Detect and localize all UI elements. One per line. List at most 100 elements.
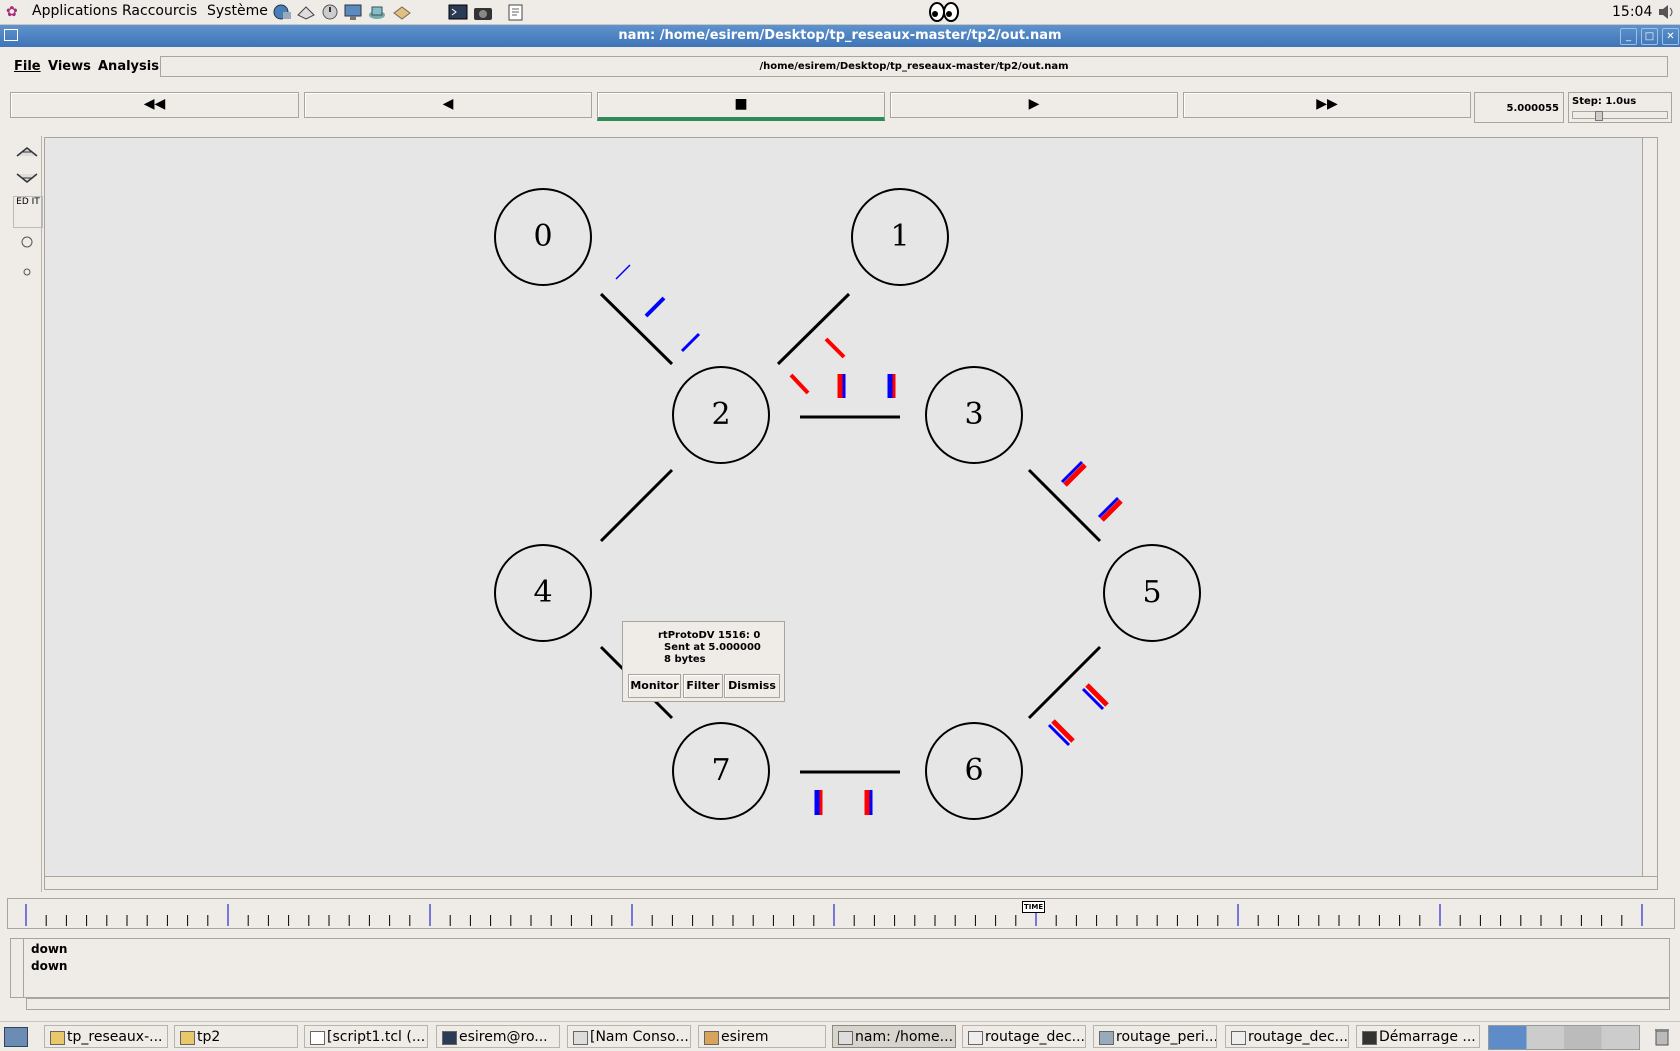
filter-button[interactable]: Filter bbox=[683, 674, 723, 698]
step-slider[interactable] bbox=[1572, 111, 1668, 121]
task-routage-dec-2[interactable]: routage_dec... bbox=[1225, 1025, 1349, 1048]
rewind-button[interactable]: ◀◀ bbox=[10, 92, 299, 118]
top-panel: ✿ Applications Raccourcis Système 15:04 bbox=[0, 0, 1680, 25]
event-log: down down bbox=[10, 938, 1670, 998]
trash-icon[interactable] bbox=[1652, 1026, 1672, 1050]
step-slider-thumb[interactable] bbox=[1595, 111, 1603, 121]
volume-icon[interactable] bbox=[1656, 2, 1676, 26]
timeline-thumb[interactable]: TIME bbox=[1022, 901, 1046, 913]
hat-icon[interactable] bbox=[367, 3, 387, 21]
circle-icon[interactable] bbox=[13, 232, 41, 256]
task-label: routage_dec... bbox=[1248, 1029, 1349, 1045]
task-label: tp2 bbox=[197, 1029, 221, 1045]
node-1[interactable]: 1 bbox=[851, 188, 949, 286]
task-label: routage_dec... bbox=[985, 1029, 1086, 1045]
image-icon bbox=[1099, 1031, 1114, 1045]
step-back-button[interactable]: ◀ bbox=[304, 92, 592, 118]
timeline-slider[interactable]: TIME bbox=[7, 898, 1675, 929]
canvas-horizontal-scrollbar[interactable] bbox=[44, 876, 1658, 890]
network-icon[interactable] bbox=[272, 3, 292, 21]
minimize-icon[interactable]: _ bbox=[1620, 28, 1637, 45]
package-icon[interactable] bbox=[392, 3, 412, 21]
task-demarrage[interactable]: Démarrage ... bbox=[1356, 1025, 1480, 1048]
log-horizontal-scrollbar[interactable] bbox=[26, 998, 1670, 1010]
text-editor-icon[interactable] bbox=[506, 3, 526, 21]
window-icon bbox=[838, 1031, 853, 1045]
log-line: down bbox=[31, 942, 68, 956]
play-button[interactable]: ▶ bbox=[890, 92, 1178, 118]
monitor-icon[interactable] bbox=[343, 3, 363, 21]
dismiss-button[interactable]: Dismiss bbox=[724, 674, 780, 698]
packet bbox=[615, 264, 631, 280]
workspace-switcher[interactable] bbox=[1488, 1025, 1640, 1050]
task-esirem[interactable]: esirem bbox=[698, 1025, 826, 1048]
step-control[interactable]: Step: 1.0us bbox=[1568, 92, 1672, 123]
node-3[interactable]: 3 bbox=[925, 366, 1023, 464]
node-2[interactable]: 2 bbox=[672, 366, 770, 464]
menu-views[interactable]: Views bbox=[48, 59, 91, 74]
file-path-field: /home/esirem/Desktop/tp_reseaux-master/t… bbox=[160, 56, 1668, 77]
task-label: tp_reseaux-... bbox=[67, 1029, 163, 1045]
log-line: down bbox=[31, 959, 68, 973]
editing-toolbar: ED IT bbox=[5, 136, 43, 892]
packet bbox=[789, 373, 810, 395]
stop-button[interactable]: ■ bbox=[597, 92, 885, 121]
text-editor-icon bbox=[310, 1031, 325, 1045]
terminal-icon[interactable] bbox=[448, 3, 468, 21]
clock[interactable]: 15:04 bbox=[1612, 4, 1652, 20]
edit-button[interactable]: ED IT bbox=[13, 196, 43, 228]
log-scrollbar[interactable] bbox=[11, 939, 24, 997]
task-nam[interactable]: nam: /home... bbox=[832, 1025, 956, 1048]
task-terminal[interactable]: esirem@ro... bbox=[436, 1025, 560, 1048]
popup-protocol: rtProtoDV 1516: 0 bbox=[658, 630, 761, 641]
menu-file[interactable]: File bbox=[14, 59, 41, 74]
window-titlebar[interactable]: nam: /home/esirem/Desktop/tp_reseaux-mas… bbox=[0, 25, 1680, 47]
node-0[interactable]: 0 bbox=[494, 188, 592, 286]
image-icon bbox=[968, 1031, 983, 1045]
task-routage-dec-1[interactable]: routage_dec... bbox=[962, 1025, 1086, 1048]
task-tp-reseaux[interactable]: tp_reseaux-... bbox=[44, 1025, 168, 1048]
small-circle-icon[interactable] bbox=[13, 262, 41, 286]
menu-systeme[interactable]: Système bbox=[207, 3, 268, 19]
menu-analysis[interactable]: Analysis bbox=[98, 59, 159, 74]
show-desktop-icon[interactable] bbox=[4, 1027, 28, 1047]
maximize-icon[interactable]: □ bbox=[1641, 28, 1658, 45]
popup-sent-time: Sent at 5.000000 bbox=[664, 642, 761, 653]
window-title: nam: /home/esirem/Desktop/tp_reseaux-mas… bbox=[618, 28, 1062, 43]
monitor-button[interactable]: Monitor bbox=[628, 674, 681, 698]
eyes-icon bbox=[928, 2, 960, 26]
node-6[interactable]: 6 bbox=[925, 722, 1023, 820]
menu-raccourcis[interactable]: Raccourcis bbox=[122, 3, 197, 19]
current-time-display: 5.000055 bbox=[1474, 92, 1564, 123]
task-script1[interactable]: [script1.tcl (... bbox=[304, 1025, 428, 1048]
task-nam-console[interactable]: [Nam Conso... bbox=[567, 1025, 691, 1048]
packet bbox=[824, 337, 846, 359]
power-icon[interactable] bbox=[320, 3, 340, 21]
step-label: Step: 1.0us bbox=[1572, 96, 1637, 107]
task-tp2[interactable]: tp2 bbox=[174, 1025, 298, 1048]
close-icon[interactable]: ✕ bbox=[1662, 28, 1679, 45]
network-canvas[interactable]: 0 1 2 3 4 5 6 7 bbox=[44, 137, 1658, 878]
node-4[interactable]: 4 bbox=[494, 544, 592, 642]
zoom-out-icon[interactable] bbox=[13, 168, 41, 192]
gnome-foot-icon[interactable]: ✿ bbox=[6, 4, 22, 20]
vertical-scrollbar[interactable] bbox=[1642, 138, 1657, 877]
node-7[interactable]: 7 bbox=[672, 722, 770, 820]
mail-icon[interactable] bbox=[296, 3, 316, 21]
task-label: nam: /home... bbox=[855, 1029, 954, 1045]
edit-label: ED IT bbox=[16, 197, 40, 207]
link-0-2 bbox=[599, 292, 674, 366]
camera-icon[interactable] bbox=[473, 3, 493, 21]
node-5[interactable]: 5 bbox=[1103, 544, 1201, 642]
link-5-6 bbox=[1027, 645, 1102, 720]
timeline-marker-label: TIME bbox=[1024, 903, 1044, 911]
fast-forward-button[interactable]: ▶▶ bbox=[1183, 92, 1471, 118]
task-routage-peri[interactable]: routage_peri... bbox=[1093, 1025, 1217, 1048]
zoom-in-icon[interactable] bbox=[13, 142, 41, 166]
terminal-icon bbox=[442, 1031, 457, 1045]
image-icon bbox=[1231, 1031, 1246, 1045]
folder-icon bbox=[50, 1031, 65, 1045]
menu-applications[interactable]: Applications bbox=[32, 3, 118, 19]
timeline-ticks bbox=[25, 904, 1643, 926]
packet bbox=[680, 332, 701, 353]
